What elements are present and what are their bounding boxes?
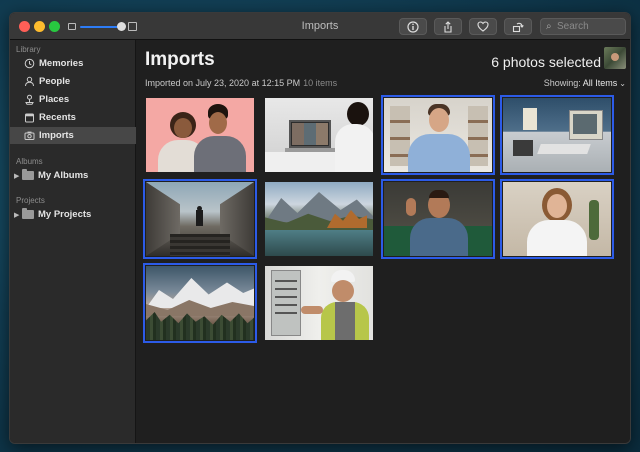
photo-thumbnail[interactable]: [265, 182, 373, 256]
recents-icon: [23, 112, 35, 124]
heart-icon: [477, 21, 489, 32]
sidebar-item-places[interactable]: Places: [10, 91, 136, 108]
info-button[interactable]: [399, 18, 427, 35]
sidebar-item-memories[interactable]: Memories: [10, 55, 136, 72]
search-input[interactable]: [557, 20, 623, 33]
zoom-window-button[interactable]: [49, 21, 60, 32]
favorite-button[interactable]: [469, 18, 497, 35]
photo-thumbnail-selected[interactable]: [381, 179, 495, 259]
minimize-window-button[interactable]: [34, 21, 45, 32]
search-icon: ⌕: [546, 21, 552, 32]
sidebar-item-my-projects[interactable]: ▶ My Projects: [10, 206, 136, 223]
large-thumbnail-icon: [128, 22, 137, 31]
info-icon: [407, 20, 419, 33]
selection-preview-thumbnail: [604, 47, 626, 69]
photo-thumbnail-selected[interactable]: [500, 179, 614, 259]
memories-icon: [23, 58, 35, 70]
sidebar-item-label: People: [39, 76, 71, 87]
showing-filter[interactable]: Showing: All Items ⌄: [544, 78, 626, 88]
sidebar-item-my-albums[interactable]: ▶ My Albums: [10, 167, 136, 184]
photos-window: Imports ⌕ Library Memories: [9, 12, 631, 444]
sidebar-item-recents[interactable]: Recents: [10, 109, 136, 126]
people-icon: [23, 76, 35, 88]
photo-thumbnail[interactable]: [265, 266, 373, 340]
sidebar-item-label: Places: [39, 94, 70, 105]
disclosure-triangle-icon[interactable]: ▶: [14, 211, 22, 219]
main-content: Imports 6 photos selected Imported on Ju…: [137, 40, 630, 443]
rotate-button[interactable]: [504, 18, 532, 35]
item-count: 10 items: [303, 78, 338, 88]
photo-thumbnail[interactable]: [265, 98, 373, 172]
photo-thumbnail-selected[interactable]: [143, 263, 257, 343]
sidebar-section-library: Library: [16, 45, 41, 54]
sidebar-item-people[interactable]: People: [10, 73, 136, 90]
import-date-text: Imported on July 23, 2020 at 12:15 PM: [145, 78, 301, 88]
showing-value: All Items: [582, 78, 618, 88]
small-thumbnail-icon: [68, 23, 76, 30]
sidebar-item-label: My Albums: [38, 170, 89, 181]
sidebar-section-albums: Albums: [16, 157, 43, 166]
share-button[interactable]: [434, 18, 462, 35]
close-window-button[interactable]: [19, 21, 30, 32]
selection-status: 6 photos selected: [491, 54, 601, 70]
disclosure-triangle-icon[interactable]: ▶: [14, 172, 22, 180]
showing-label: Showing:: [543, 78, 581, 88]
search-field[interactable]: ⌕: [540, 18, 626, 35]
sidebar-item-label: My Projects: [38, 209, 92, 220]
sidebar: Library Memories People Places Recents I…: [10, 40, 136, 443]
share-icon: [444, 20, 452, 33]
imports-icon: [23, 130, 35, 142]
photo-thumbnail-selected[interactable]: [143, 179, 257, 259]
sidebar-item-label: Imports: [39, 130, 74, 141]
chevron-down-icon: ⌄: [619, 79, 626, 88]
sidebar-item-label: Memories: [39, 58, 84, 69]
photo-thumbnail-selected[interactable]: [381, 95, 495, 175]
photo-thumbnail-selected[interactable]: [500, 95, 614, 175]
photo-thumbnail[interactable]: [146, 98, 254, 172]
folder-icon: [22, 169, 34, 180]
zoom-slider-knob[interactable]: [117, 22, 126, 31]
rotate-icon: [512, 22, 524, 32]
sidebar-item-label: Recents: [39, 112, 76, 123]
places-icon: [23, 94, 35, 106]
page-title: Imports: [145, 49, 215, 70]
sidebar-section-projects: Projects: [16, 196, 45, 205]
titlebar: Imports ⌕: [10, 13, 630, 40]
sidebar-item-imports[interactable]: Imports: [10, 127, 136, 144]
import-date: Imported on July 23, 2020 at 12:15 PM 10 …: [145, 78, 337, 88]
folder-icon: [22, 208, 34, 219]
